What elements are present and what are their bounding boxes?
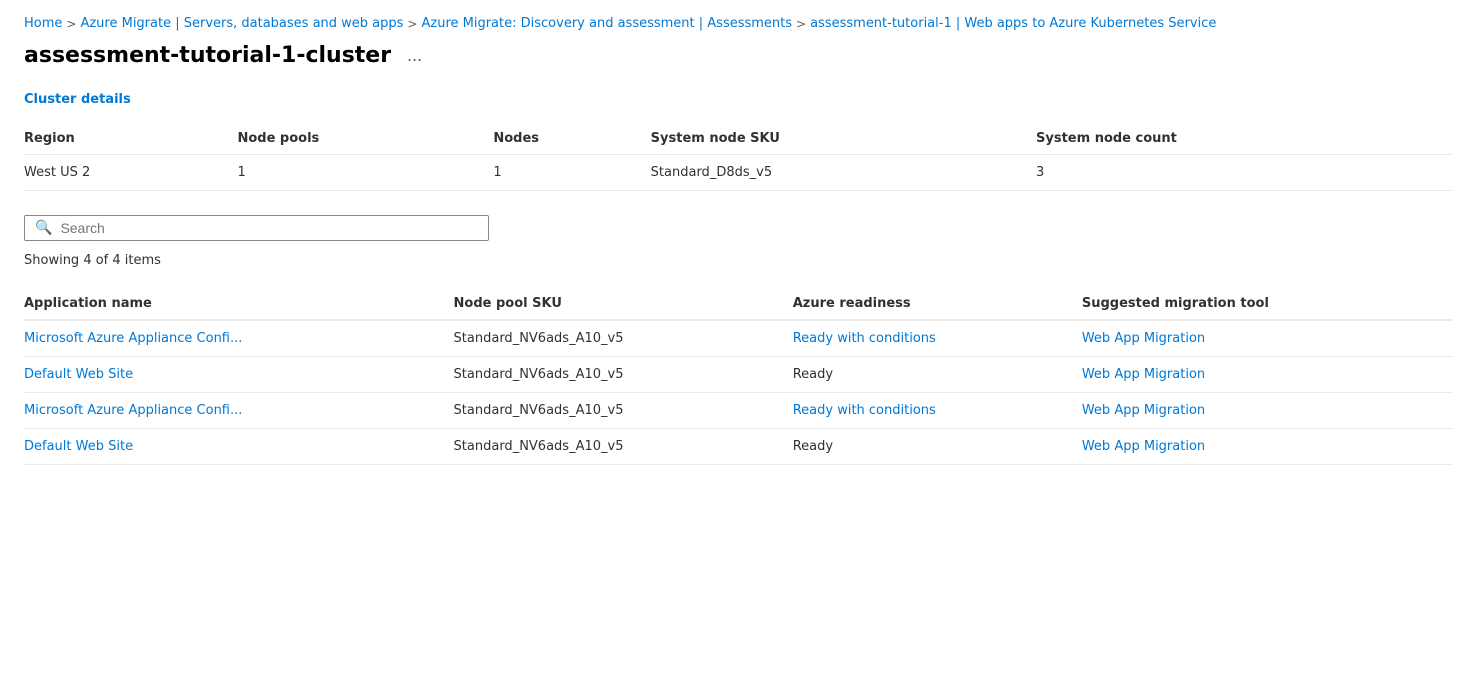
apps-col-sku: Node pool SKU (454, 288, 793, 320)
breadcrumb-servers[interactable]: Azure Migrate | Servers, databases and w… (80, 16, 403, 31)
migration-tool-link[interactable]: Web App Migration (1082, 367, 1205, 382)
search-input[interactable] (60, 220, 478, 236)
azure-readiness[interactable]: Ready with conditions (793, 320, 1082, 357)
cluster-details-section: Cluster details Region Node pools Nodes … (24, 92, 1453, 191)
azure-readiness: Ready (793, 429, 1082, 465)
breadcrumb-sep-1: > (66, 17, 76, 31)
azure-readiness[interactable]: Ready with conditions (793, 393, 1082, 429)
cluster-details-title: Cluster details (24, 92, 1453, 107)
cluster-node-pools: 1 (237, 155, 493, 191)
app-name-link[interactable]: Default Web Site (24, 367, 133, 382)
apps-table: Application name Node pool SKU Azure rea… (24, 288, 1453, 465)
table-row: Default Web Site Standard_NV6ads_A10_v5Re… (24, 429, 1453, 465)
breadcrumb-home[interactable]: Home (24, 16, 62, 31)
breadcrumb-assessments[interactable]: Azure Migrate: Discovery and assessment … (421, 16, 792, 31)
table-row: Microsoft Azure Appliance Confi... Standa… (24, 393, 1453, 429)
migration-tool: Web App Migration (1082, 429, 1453, 465)
search-box[interactable]: 🔍 (24, 215, 489, 241)
apps-col-name: Application name (24, 288, 454, 320)
items-count: Showing 4 of 4 items (24, 253, 1453, 268)
app-name-link[interactable]: Default Web Site (24, 439, 133, 454)
cluster-col-system-node-sku: System node SKU (651, 123, 1036, 155)
app-name-link[interactable]: Microsoft Azure Appliance Confi... (24, 403, 242, 418)
node-pool-sku: Standard_NV6ads_A10_v5 (454, 357, 793, 393)
cluster-system-node-sku: Standard_D8ds_v5 (651, 155, 1036, 191)
cluster-table: Region Node pools Nodes System node SKU … (24, 123, 1453, 191)
migration-tool-link[interactable]: Web App Migration (1082, 403, 1205, 418)
cluster-row: West US 2 1 1 Standard_D8ds_v5 3 (24, 155, 1453, 191)
table-row: Microsoft Azure Appliance Confi... Standa… (24, 320, 1453, 357)
azure-readiness: Ready (793, 357, 1082, 393)
migration-tool: Web App Migration (1082, 320, 1453, 357)
migration-tool: Web App Migration (1082, 393, 1453, 429)
app-name-link[interactable]: Microsoft Azure Appliance Confi... (24, 331, 242, 346)
node-pool-sku: Standard_NV6ads_A10_v5 (454, 393, 793, 429)
node-pool-sku: Standard_NV6ads_A10_v5 (454, 429, 793, 465)
table-row: Default Web Site Standard_NV6ads_A10_v5Re… (24, 357, 1453, 393)
migration-tool-link[interactable]: Web App Migration (1082, 331, 1205, 346)
apps-col-readiness: Azure readiness (793, 288, 1082, 320)
node-pool-sku: Standard_NV6ads_A10_v5 (454, 320, 793, 357)
migration-tool: Web App Migration (1082, 357, 1453, 393)
cluster-nodes: 1 (493, 155, 650, 191)
page-title: assessment-tutorial-1-cluster (24, 43, 391, 68)
cluster-col-system-node-count: System node count (1036, 123, 1453, 155)
cluster-region: West US 2 (24, 155, 237, 191)
breadcrumb-sep-2: > (407, 17, 417, 31)
breadcrumb-tutorial[interactable]: assessment-tutorial-1 | Web apps to Azur… (810, 16, 1216, 31)
migration-tool-link[interactable]: Web App Migration (1082, 439, 1205, 454)
readiness-link[interactable]: Ready with conditions (793, 403, 936, 418)
cluster-system-node-count: 3 (1036, 155, 1453, 191)
readiness-link[interactable]: Ready with conditions (793, 331, 936, 346)
cluster-col-region: Region (24, 123, 237, 155)
page-header: assessment-tutorial-1-cluster ... (24, 43, 1453, 68)
breadcrumb-sep-3: > (796, 17, 806, 31)
breadcrumb: Home > Azure Migrate | Servers, database… (24, 16, 1453, 31)
cluster-col-node-pools: Node pools (237, 123, 493, 155)
cluster-col-nodes: Nodes (493, 123, 650, 155)
ellipsis-button[interactable]: ... (401, 43, 428, 68)
search-icon: 🔍 (35, 220, 52, 236)
apps-col-migration-tool: Suggested migration tool (1082, 288, 1453, 320)
